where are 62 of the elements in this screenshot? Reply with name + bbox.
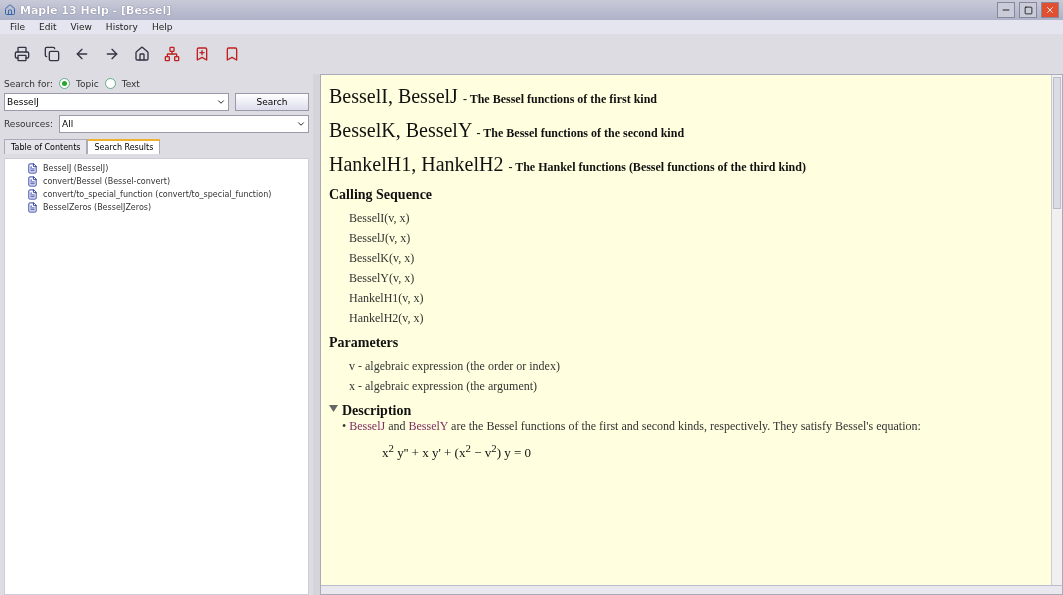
heading: HankelH1, HankelH2 - The Hankel functions (Bessel functions of the third kind) [329,152,807,177]
result-item[interactable]: BesselZeros (BesselJZeros) [43,203,152,212]
help-page-icon [27,176,38,187]
menu-item[interactable]: Edit [39,22,57,32]
maximize-icon [1023,5,1033,15]
caret-icon [216,97,226,107]
result-item[interactable]: convert/to_special_function (convert/to_special_function) [43,190,272,199]
close-button[interactable] [1041,2,1059,18]
menu-item[interactable]: View [70,22,92,32]
close-icon [1045,5,1055,15]
help-page-icon [27,202,38,213]
result-item[interactable]: BesselJ (BesselJ) [43,164,109,173]
calling-sequence: BesselI(v, x) [348,210,411,227]
search-field[interactable]: BesselJ [4,93,229,111]
menu-item[interactable]: File [10,22,26,32]
section-title: Calling Sequence [329,187,434,203]
app-icon [4,4,16,16]
search-label: Search for: [4,78,54,89]
link[interactable]: BesselY [408,419,449,433]
expanded-triangle-icon[interactable] [329,404,338,413]
calling-sequence: BesselY(v, x) [348,270,416,287]
back-icon[interactable] [74,46,90,62]
section-title: Description [342,403,413,419]
calling-sequence: BesselJ(v, x) [348,230,412,247]
calling-sequence: HankelH2(v, x) [348,310,425,327]
network-icon[interactable] [164,46,180,62]
caret-icon [296,119,306,129]
bookmark-icon[interactable] [224,46,240,62]
maximize-button[interactable] [1019,2,1037,18]
menu-item[interactable]: Help [151,22,173,32]
minimize-button[interactable] [997,2,1015,18]
help-page-icon [27,189,38,200]
result-item[interactable]: convert/Bessel (Bessel-convert) [43,177,171,186]
radio-label: Topic [76,78,99,89]
heading: BesselI, BesselJ - The Bessel functions of the first kind [329,84,659,109]
radio-button[interactable] [59,78,71,89]
parameter: v - algebraic expression (the order or index) [348,358,561,375]
radio-button[interactable] [104,78,116,89]
help-page-icon [27,163,38,174]
link[interactable]: BesselJ [349,419,386,433]
calling-sequence: HankelH1(v, x) [348,290,425,307]
home-icon[interactable] [134,46,150,62]
resources-dropdown[interactable]: All [59,115,309,133]
tab[interactable]: Search Results [87,139,161,154]
description-text: • BesselJ and BesselY are the Bessel functions of the first and second kinds, respectively. They satisfy Bessel's equation: [342,419,922,434]
copy-icon[interactable] [44,46,60,62]
menu-item[interactable]: History [105,22,138,32]
resources-label: Resources: [4,119,53,129]
equation: x$^{2}$ y'' + x y' + (x$^{2}$ − v$^{2}$) y = 0 [381,442,533,462]
section-title: Parameters [329,335,400,351]
printer-icon[interactable] [14,46,30,62]
tab[interactable]: Table of Contents [4,139,88,154]
radio-label: Text [121,78,140,89]
vertical-scrollbar[interactable] [1051,75,1062,585]
parameter: x - algebraic expression (the argument) [348,378,539,395]
search-button[interactable]: Search [235,93,309,111]
horizontal-scrollbar[interactable] [321,585,1062,594]
bookmark-plus-icon[interactable] [194,46,210,62]
calling-sequence: BesselK(v, x) [348,250,416,267]
window-title: Maple 13 Help - [Bessel] [20,3,173,17]
heading: BesselK, BesselY - The Bessel functions of the second kind [329,118,686,143]
forward-icon[interactable] [104,46,120,62]
